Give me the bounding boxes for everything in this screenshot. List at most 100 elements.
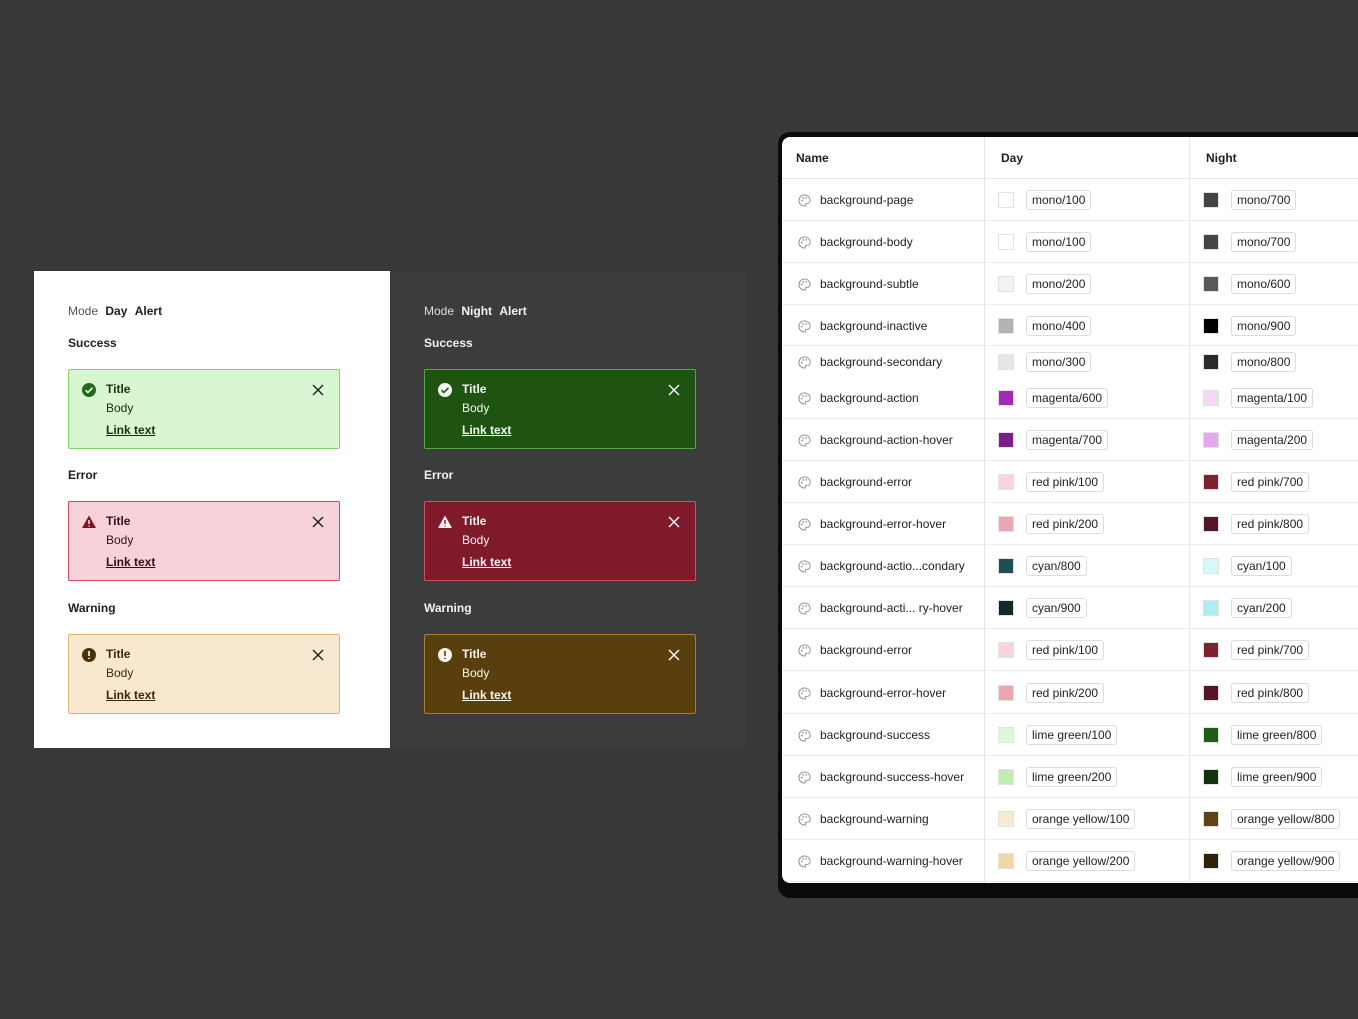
night-token-chip[interactable]: red pink/700 bbox=[1231, 640, 1310, 660]
table-row[interactable]: background-warning-hover orange yellow/20… bbox=[782, 840, 1358, 882]
day-token-chip[interactable]: orange yellow/200 bbox=[1026, 851, 1136, 871]
night-token-chip[interactable]: mono/700 bbox=[1231, 190, 1297, 210]
token-name: background-secondary bbox=[820, 355, 943, 369]
night-token-chip[interactable]: cyan/200 bbox=[1231, 598, 1292, 618]
night-token-chip[interactable]: magenta/100 bbox=[1231, 388, 1314, 408]
alert-body: Body bbox=[106, 533, 134, 547]
night-color-swatch bbox=[1203, 354, 1219, 370]
table-row[interactable]: background-acti... ry-hover cyan/900 cyan/… bbox=[782, 587, 1358, 629]
day-token-chip[interactable]: mono/300 bbox=[1026, 352, 1092, 372]
table-row[interactable]: background-body mono/100 mono/700 bbox=[782, 221, 1358, 263]
night-color-swatch bbox=[1203, 811, 1219, 827]
day-token-chip[interactable]: red pink/200 bbox=[1026, 683, 1105, 703]
table-row[interactable]: background-action-hover magenta/700 magent… bbox=[782, 419, 1358, 461]
alert-title: Title bbox=[462, 647, 487, 661]
token-name: background-error bbox=[820, 643, 913, 657]
day-color-swatch bbox=[998, 276, 1014, 292]
alert-link[interactable]: Link text bbox=[462, 688, 511, 702]
day-alert-panel: Mode Day Alert Success Title Body Link t… bbox=[34, 271, 390, 748]
table-row[interactable]: background-action magenta/600 magenta/100 bbox=[782, 377, 1358, 419]
table-row[interactable]: background-error red pink/100 red pink/700 bbox=[782, 461, 1358, 503]
night-token-chip[interactable]: cyan/100 bbox=[1231, 556, 1292, 576]
night-color-swatch bbox=[1203, 558, 1219, 574]
palette-icon bbox=[798, 236, 811, 249]
day-token-chip[interactable]: lime green/100 bbox=[1026, 725, 1118, 745]
palette-icon bbox=[798, 644, 811, 657]
night-token-chip[interactable]: mono/900 bbox=[1231, 316, 1297, 336]
day-color-swatch bbox=[998, 853, 1014, 869]
day-token-chip[interactable]: red pink/100 bbox=[1026, 640, 1105, 660]
day-token-chip[interactable]: mono/100 bbox=[1026, 232, 1092, 252]
day-token-chip[interactable]: orange yellow/100 bbox=[1026, 809, 1136, 829]
alert-body: Body bbox=[106, 666, 134, 680]
palette-icon bbox=[798, 194, 811, 207]
night-token-chip[interactable]: lime green/800 bbox=[1231, 725, 1323, 745]
token-name: background-page bbox=[820, 193, 914, 207]
table-row[interactable]: background-warning orange yellow/100 orang… bbox=[782, 798, 1358, 840]
token-name: background-body bbox=[820, 235, 913, 249]
day-token-chip[interactable]: red pink/200 bbox=[1026, 514, 1105, 534]
day-token-chip[interactable]: mono/400 bbox=[1026, 316, 1092, 336]
night-token-chip[interactable]: red pink/700 bbox=[1231, 472, 1310, 492]
close-icon[interactable] bbox=[666, 647, 682, 663]
night-token-chip[interactable]: mono/800 bbox=[1231, 352, 1297, 372]
day-color-swatch bbox=[998, 192, 1014, 208]
alert-link[interactable]: Link text bbox=[106, 555, 155, 569]
table-row[interactable]: background-inactive mono/400 mono/900 bbox=[782, 305, 1358, 346]
alert-warning: Title Body Link text bbox=[68, 634, 340, 714]
night-color-swatch bbox=[1203, 727, 1219, 743]
close-icon[interactable] bbox=[666, 382, 682, 398]
day-token-chip[interactable]: cyan/800 bbox=[1026, 556, 1087, 576]
table-row[interactable]: background-secondary mono/300 mono/800 bbox=[782, 346, 1358, 377]
table-row[interactable]: background-success-hover lime green/200 li… bbox=[782, 756, 1358, 798]
day-color-swatch bbox=[998, 685, 1014, 701]
close-icon[interactable] bbox=[666, 514, 682, 530]
palette-icon bbox=[798, 687, 811, 700]
day-token-chip[interactable]: lime green/200 bbox=[1026, 767, 1118, 787]
night-token-chip[interactable]: lime green/900 bbox=[1231, 767, 1323, 787]
alert-link[interactable]: Link text bbox=[462, 555, 511, 569]
token-name: background-warning-hover bbox=[820, 854, 963, 868]
close-icon[interactable] bbox=[310, 647, 326, 663]
close-icon[interactable] bbox=[310, 382, 326, 398]
alert-link[interactable]: Link text bbox=[106, 423, 155, 437]
day-token-chip[interactable]: red pink/100 bbox=[1026, 472, 1105, 492]
alert-error: Title Body Link text bbox=[68, 501, 340, 581]
check-circle-icon bbox=[438, 383, 452, 397]
day-token-chip[interactable]: mono/200 bbox=[1026, 274, 1092, 294]
day-token-chip[interactable]: cyan/900 bbox=[1026, 598, 1087, 618]
day-token-chip[interactable]: magenta/700 bbox=[1026, 430, 1109, 450]
section-label-success: Success bbox=[68, 336, 117, 350]
palette-icon bbox=[798, 476, 811, 489]
close-icon[interactable] bbox=[310, 514, 326, 530]
alert-link[interactable]: Link text bbox=[106, 688, 155, 702]
night-token-chip[interactable]: orange yellow/900 bbox=[1231, 851, 1341, 871]
day-token-chip[interactable]: mono/100 bbox=[1026, 190, 1092, 210]
table-row[interactable]: background-page mono/100 mono/700 bbox=[782, 179, 1358, 221]
night-token-chip[interactable]: mono/700 bbox=[1231, 232, 1297, 252]
night-color-swatch bbox=[1203, 276, 1219, 292]
night-token-chip[interactable]: orange yellow/800 bbox=[1231, 809, 1341, 829]
alert-link[interactable]: Link text bbox=[462, 423, 511, 437]
day-token-chip[interactable]: magenta/600 bbox=[1026, 388, 1109, 408]
palette-icon bbox=[798, 813, 811, 826]
night-token-chip[interactable]: red pink/800 bbox=[1231, 683, 1310, 703]
table-row[interactable]: background-error-hover red pink/200 red pi… bbox=[782, 503, 1358, 545]
night-token-chip[interactable]: mono/600 bbox=[1231, 274, 1297, 294]
alert-success: Title Body Link text bbox=[424, 369, 696, 449]
night-token-chip[interactable]: magenta/200 bbox=[1231, 430, 1314, 450]
night-token-chip[interactable]: red pink/800 bbox=[1231, 514, 1310, 534]
table-row[interactable]: background-error red pink/100 red pink/700 bbox=[782, 629, 1358, 671]
table-row[interactable]: background-success lime green/100 lime gre… bbox=[782, 714, 1358, 756]
table-row[interactable]: background-subtle mono/200 mono/600 bbox=[782, 263, 1358, 305]
check-circle-icon bbox=[82, 383, 96, 397]
alert-success: Title Body Link text bbox=[68, 369, 340, 449]
table-row[interactable]: background-actio...condary cyan/800 cyan/1… bbox=[782, 545, 1358, 587]
day-color-swatch bbox=[998, 354, 1014, 370]
night-mode-line: Mode Night Alert bbox=[424, 304, 527, 318]
day-color-swatch bbox=[998, 516, 1014, 532]
day-color-swatch bbox=[998, 474, 1014, 490]
table-row[interactable]: background-error-hover red pink/200 red pi… bbox=[782, 671, 1358, 714]
exclamation-circle-icon bbox=[82, 648, 96, 662]
section-label-error: Error bbox=[424, 468, 454, 482]
